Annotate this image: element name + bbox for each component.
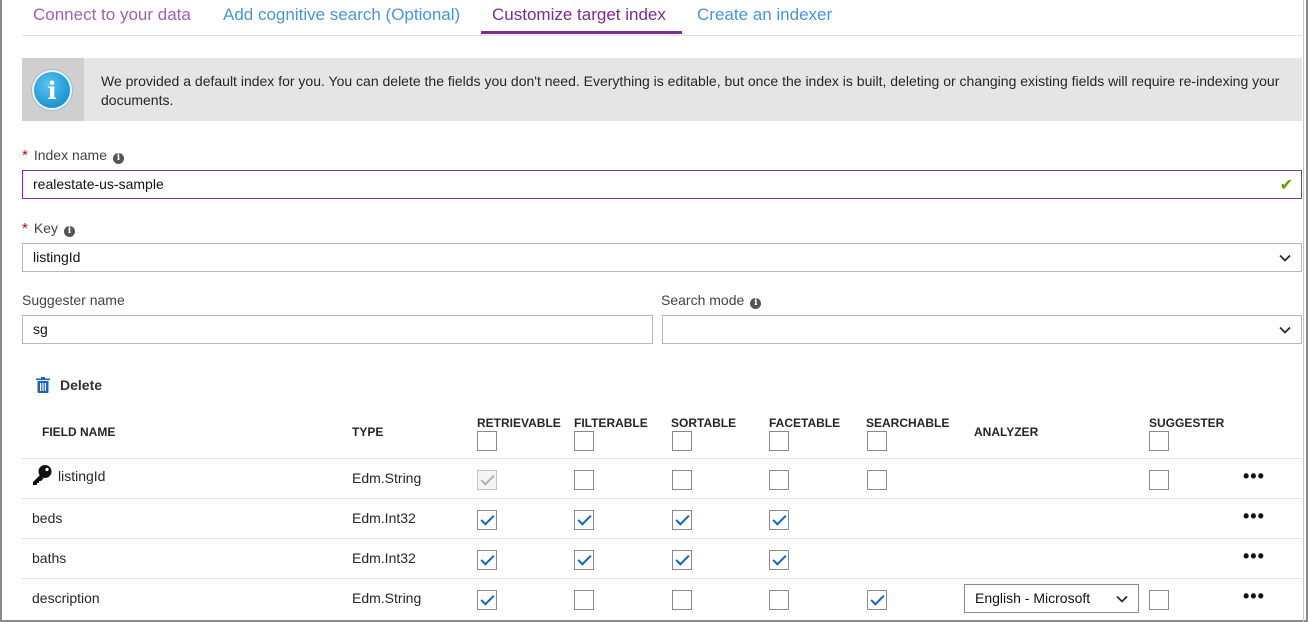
search-mode-label: Search mode i bbox=[661, 292, 762, 309]
sortable-checkbox[interactable] bbox=[672, 590, 692, 610]
chevron-down-icon bbox=[1116, 595, 1128, 603]
searchable-checkbox[interactable] bbox=[867, 470, 887, 490]
scrollbar-edge bbox=[1303, 0, 1304, 622]
col-header-searchable: SEARCHABLE bbox=[866, 416, 950, 430]
key-label: * Key i bbox=[22, 220, 75, 237]
chevron-down-icon bbox=[1279, 326, 1291, 334]
select-all-facetable-checkbox[interactable] bbox=[769, 431, 789, 451]
col-header-analyzer: ANALYZER bbox=[974, 425, 1039, 439]
col-header-retrievable: RETRIEVABLE bbox=[477, 416, 561, 430]
info-banner: i We provided a default index for you. Y… bbox=[22, 58, 1302, 121]
suggester-name-label: Suggester name bbox=[22, 292, 125, 308]
field-name: listingId bbox=[58, 468, 106, 484]
field-type: Edm.Int32 bbox=[352, 510, 416, 526]
sortable-checkbox[interactable] bbox=[672, 510, 692, 530]
col-header-filterable: FILTERABLE bbox=[574, 416, 648, 430]
retrievable-checkbox[interactable] bbox=[477, 550, 497, 570]
field-name: description bbox=[32, 590, 100, 606]
more-options-icon[interactable]: ••• bbox=[1243, 546, 1265, 567]
col-header-type: TYPE bbox=[352, 425, 384, 439]
searchable-checkbox[interactable] bbox=[867, 590, 887, 610]
field-type: Edm.String bbox=[352, 590, 422, 606]
required-marker: * bbox=[22, 147, 28, 164]
active-tab-indicator bbox=[481, 31, 682, 34]
tab-add-cognitive-search[interactable]: Add cognitive search (Optional) bbox=[223, 5, 460, 25]
analyzer-value: English - Microsoft bbox=[975, 590, 1091, 606]
sortable-checkbox[interactable] bbox=[672, 470, 692, 490]
filterable-checkbox[interactable] bbox=[574, 550, 594, 570]
field-name: beds bbox=[32, 510, 63, 526]
field-type: Edm.String bbox=[352, 470, 422, 486]
key-label-text: Key bbox=[33, 220, 58, 236]
suggester-name-value: sg bbox=[33, 321, 48, 337]
more-options-icon[interactable]: ••• bbox=[1243, 506, 1265, 527]
banner-icon-area: i bbox=[22, 58, 84, 121]
facetable-checkbox[interactable] bbox=[769, 590, 789, 610]
suggester-checkbox[interactable] bbox=[1149, 470, 1169, 490]
row-divider bbox=[22, 498, 1302, 499]
retrievable-checkbox[interactable] bbox=[477, 510, 497, 530]
analyzer-select[interactable]: English - Microsoft bbox=[964, 584, 1139, 613]
select-all-suggester-checkbox[interactable] bbox=[1149, 431, 1169, 451]
field-type: Edm.Int32 bbox=[352, 550, 416, 566]
retrievable-checkbox[interactable] bbox=[477, 590, 497, 610]
col-header-field-name: FIELD NAME bbox=[42, 425, 116, 439]
index-name-value: realestate-us-sample bbox=[33, 176, 164, 192]
tab-customize-target-index[interactable]: Customize target index bbox=[492, 5, 666, 25]
search-mode-label-text: Search mode bbox=[661, 292, 745, 308]
select-all-retrievable-checkbox[interactable] bbox=[477, 431, 497, 451]
index-name-label-text: Index name bbox=[33, 147, 108, 163]
col-header-suggester: SUGGESTER bbox=[1149, 416, 1225, 430]
key-icon bbox=[33, 465, 52, 485]
tab-create-indexer[interactable]: Create an indexer bbox=[697, 5, 832, 25]
select-all-filterable-checkbox[interactable] bbox=[574, 431, 594, 451]
row-divider bbox=[22, 538, 1302, 539]
facetable-checkbox[interactable] bbox=[769, 470, 789, 490]
valid-check-icon: ✔ bbox=[1279, 177, 1293, 194]
key-select[interactable]: listingId bbox=[22, 243, 1302, 272]
retrievable-checkbox bbox=[477, 470, 497, 490]
facetable-checkbox[interactable] bbox=[769, 550, 789, 570]
index-name-input[interactable]: realestate-us-sample ✔ bbox=[22, 170, 1302, 199]
suggester-name-input[interactable]: sg bbox=[22, 315, 653, 344]
tab-connect-data[interactable]: Connect to your data bbox=[33, 5, 191, 25]
filterable-checkbox[interactable] bbox=[574, 470, 594, 490]
row-divider bbox=[22, 578, 1302, 579]
info-icon[interactable]: i bbox=[63, 226, 75, 237]
index-name-label: * Index name i bbox=[22, 147, 125, 164]
chevron-down-icon bbox=[1279, 254, 1291, 262]
banner-text: We provided a default index for you. You… bbox=[101, 73, 1280, 108]
info-icon: i bbox=[32, 70, 72, 110]
col-header-facetable: FACETABLE bbox=[769, 416, 841, 430]
info-icon[interactable]: i bbox=[113, 153, 125, 164]
info-icon[interactable]: i bbox=[750, 298, 762, 309]
filterable-checkbox[interactable] bbox=[574, 590, 594, 610]
trash-icon bbox=[36, 377, 50, 393]
search-mode-select[interactable] bbox=[662, 315, 1302, 344]
more-options-icon[interactable]: ••• bbox=[1243, 466, 1265, 487]
more-options-icon[interactable]: ••• bbox=[1243, 586, 1265, 607]
required-marker: * bbox=[22, 220, 28, 237]
select-all-searchable-checkbox[interactable] bbox=[867, 431, 887, 451]
select-all-sortable-checkbox[interactable] bbox=[672, 431, 692, 451]
field-name: baths bbox=[32, 550, 67, 566]
suggester-checkbox[interactable] bbox=[1149, 590, 1169, 610]
filterable-checkbox[interactable] bbox=[574, 510, 594, 530]
facetable-checkbox[interactable] bbox=[769, 510, 789, 530]
key-value: listingId bbox=[33, 249, 81, 265]
delete-button-label: Delete bbox=[60, 377, 103, 393]
sortable-checkbox[interactable] bbox=[672, 550, 692, 570]
col-header-sortable: SORTABLE bbox=[671, 416, 737, 430]
row-divider bbox=[22, 458, 1302, 459]
